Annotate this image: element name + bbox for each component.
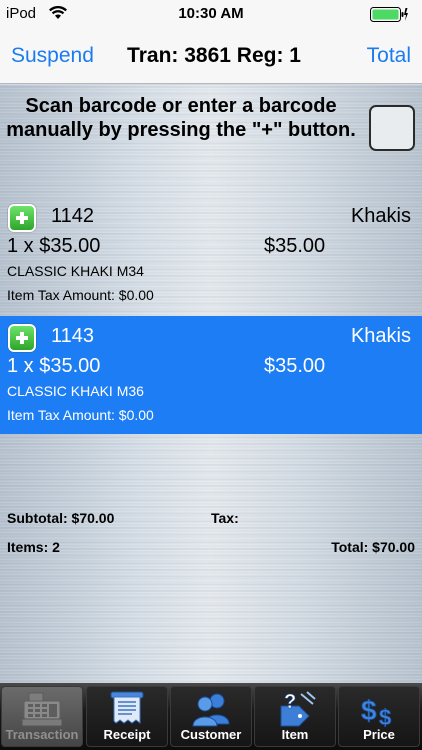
tax-label: Tax: xyxy=(211,510,239,526)
tab-item[interactable]: ? Item xyxy=(254,686,336,747)
item-tag-icon: ? xyxy=(280,691,316,727)
navigation-bar: Suspend Tran: 3861 Reg: 1 Total xyxy=(0,30,422,84)
tab-bar: Transaction Receipt Customer ? Item $ $ … xyxy=(0,683,422,750)
tab-transaction[interactable]: Transaction xyxy=(1,686,83,747)
tab-label: Customer xyxy=(180,727,242,742)
item-description: CLASSIC KHAKI M34 xyxy=(7,263,144,279)
item-quantity-price: 1 x $35.00 xyxy=(7,355,101,377)
item-tax-amount: Item Tax Amount: $0.00 xyxy=(7,407,154,423)
price-icon: $ $ xyxy=(361,695,392,728)
scan-checkbox[interactable] xyxy=(369,105,415,151)
customers-icon xyxy=(192,693,230,727)
line-item-selected[interactable]: 1143 Khakis 1 x $35.00 $35.00 CLASSIC KH… xyxy=(0,316,422,434)
subtotal-label: Subtotal: $70.00 xyxy=(7,510,115,526)
svg-text:$: $ xyxy=(361,695,377,726)
item-category: Khakis xyxy=(350,325,411,347)
tab-label: Receipt xyxy=(103,727,151,742)
tab-label: Price xyxy=(363,727,395,742)
item-tax-amount: Item Tax Amount: $0.00 xyxy=(7,287,154,303)
tab-price[interactable]: $ $ Price xyxy=(338,686,420,747)
add-icon[interactable] xyxy=(8,324,36,352)
svg-text:?: ? xyxy=(284,691,296,713)
svg-text:$: $ xyxy=(379,705,391,728)
item-line-total: $35.00 xyxy=(264,235,326,257)
status-time: 10:30 AM xyxy=(178,5,244,22)
item-description: CLASSIC KHAKI M36 xyxy=(7,383,144,399)
tab-customer[interactable]: Customer xyxy=(170,686,252,747)
battery-charging-icon xyxy=(370,7,408,22)
item-line-total: $35.00 xyxy=(264,355,326,377)
tab-label: Transaction xyxy=(5,727,79,742)
total-button[interactable]: Total xyxy=(367,44,411,68)
item-sku: 1143 xyxy=(51,325,95,347)
line-item[interactable]: 1142 Khakis 1 x $35.00 $35.00 CLASSIC KH… xyxy=(0,196,422,314)
add-icon[interactable] xyxy=(8,204,36,232)
item-sku: 1142 xyxy=(51,205,95,227)
cash-register-icon xyxy=(21,692,63,727)
status-bar: iPod 10:30 AM xyxy=(0,0,422,30)
tab-label: Item xyxy=(281,727,309,742)
receipt-icon xyxy=(110,691,144,724)
item-category: Khakis xyxy=(350,205,411,227)
page-title: Tran: 3861 Reg: 1 xyxy=(127,44,301,67)
tab-receipt[interactable]: Receipt xyxy=(86,686,168,747)
item-quantity-price: 1 x $35.00 xyxy=(7,235,101,257)
transaction-content: Scan barcode or enter a barcode manually… xyxy=(0,85,422,683)
items-count-label: Items: 2 xyxy=(7,539,60,555)
total-label: Total: $70.00 xyxy=(331,539,415,555)
scan-instruction: Scan barcode or enter a barcode manually… xyxy=(6,95,356,141)
